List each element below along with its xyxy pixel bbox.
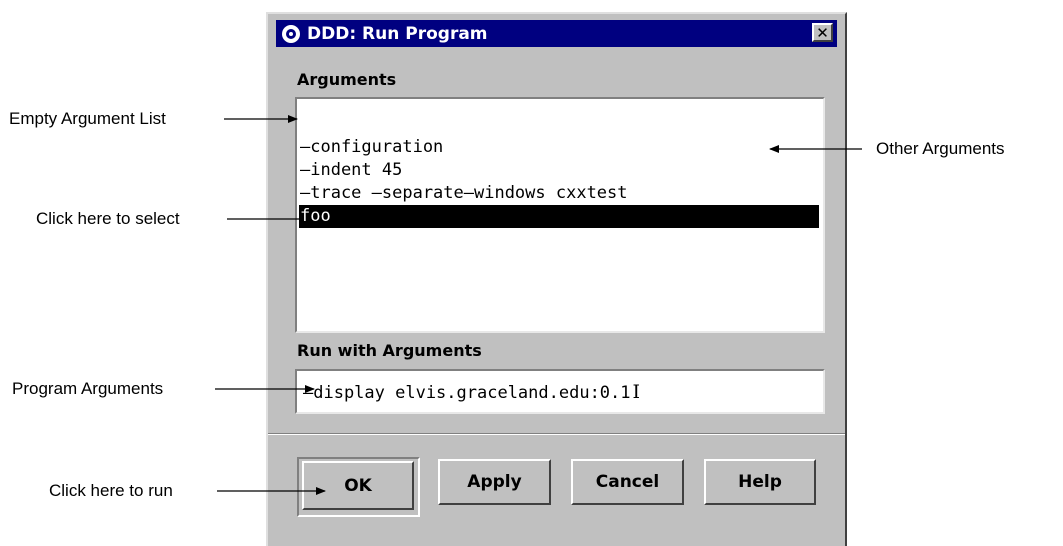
callout-lines: [215, 115, 862, 495]
